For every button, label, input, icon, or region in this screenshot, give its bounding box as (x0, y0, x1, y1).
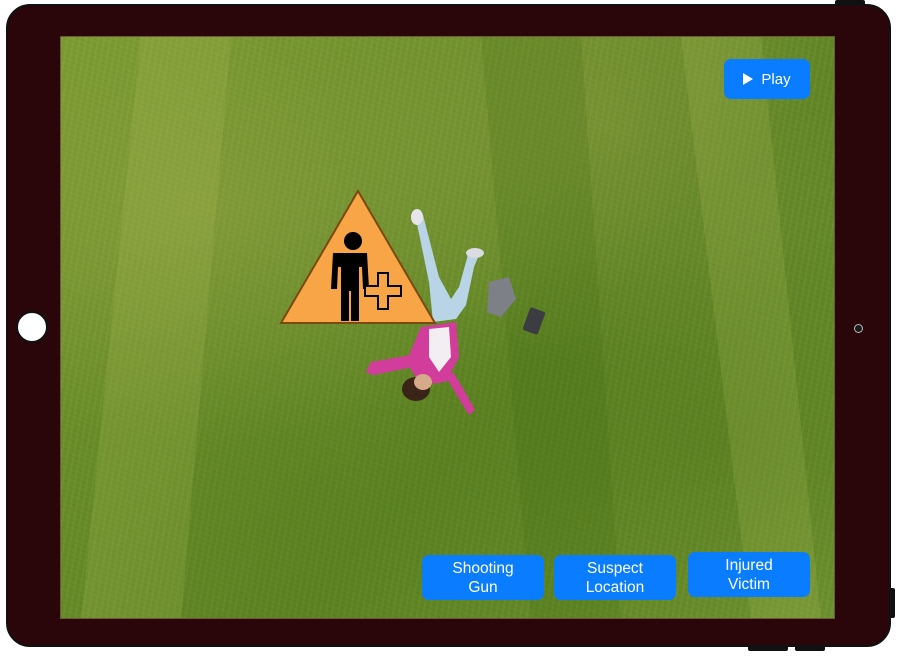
injured-person-warning-icon[interactable] (277, 187, 439, 327)
victim-arm-left (366, 355, 413, 375)
front-camera (854, 324, 863, 333)
app-stage: Play Shooting Gun Suspect Location Injur… (0, 0, 899, 660)
suspect-location-button[interactable]: Suspect Location (554, 555, 676, 600)
victim-shoe-right (466, 248, 484, 258)
volume-down-button (795, 647, 825, 651)
drone-video-view[interactable]: Play Shooting Gun Suspect Location Injur… (60, 36, 835, 619)
home-button[interactable] (16, 311, 48, 343)
victim-arm-right (446, 372, 475, 415)
aerial-footage-image (81, 37, 821, 618)
shooting-gun-button[interactable]: Shooting Gun (422, 555, 544, 600)
play-triangle-icon (743, 73, 754, 85)
victim-head (414, 374, 432, 390)
play-button[interactable]: Play (724, 59, 810, 99)
injured-victim-button[interactable]: Injured Victim (688, 552, 810, 597)
play-button-label: Play (761, 70, 791, 88)
volume-up-button (748, 647, 788, 651)
